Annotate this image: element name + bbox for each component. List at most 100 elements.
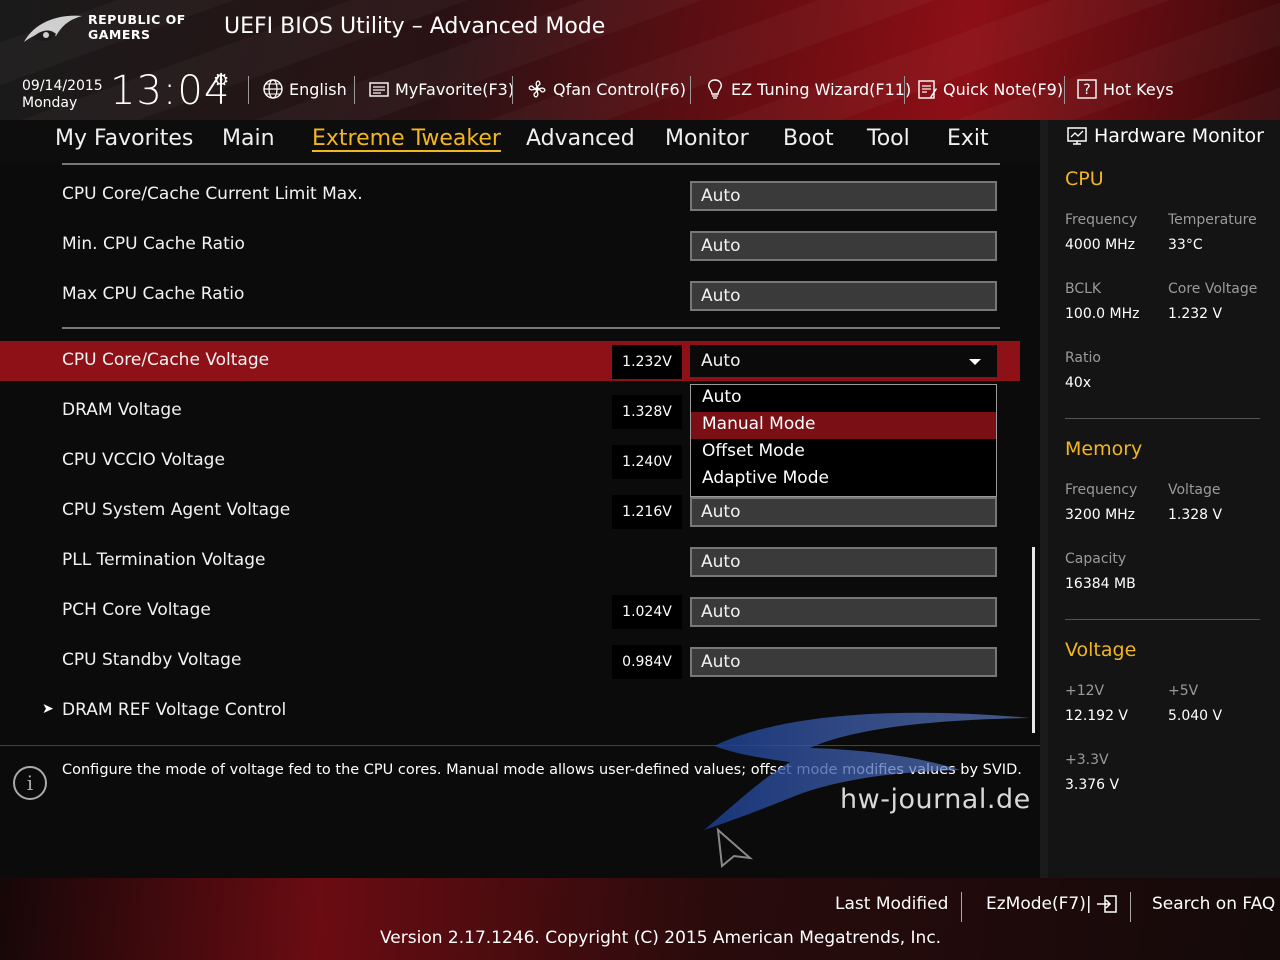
- select-current-value: Auto: [701, 351, 741, 371]
- monitor-icon: [1067, 127, 1087, 145]
- tab-tool[interactable]: Tool: [867, 126, 910, 151]
- setting-row-min-cpu-cache-ratio[interactable]: Min. CPU Cache Ratio Auto: [0, 225, 1020, 265]
- dropdown-option-manual-mode[interactable]: Manual Mode: [691, 412, 996, 439]
- setting-label: PLL Termination Voltage: [62, 550, 266, 570]
- memory-voltage: 1.328 V: [1168, 507, 1223, 523]
- hw-label: Frequency: [1065, 212, 1138, 228]
- cpu-core-voltage: 1.232 V: [1168, 306, 1223, 322]
- setting-label: Max CPU Cache Ratio: [62, 284, 245, 304]
- setting-row-cpu-core-cache-voltage[interactable]: CPU Core/Cache Voltage 1.232V Auto: [0, 341, 1020, 381]
- hw-label: Voltage: [1168, 482, 1221, 498]
- lightbulb-icon: [708, 79, 722, 99]
- myfavorite-button[interactable]: MyFavorite(F3): [368, 78, 514, 100]
- hw-label: Capacity: [1065, 551, 1127, 567]
- ezmode-button[interactable]: EzMode(F7)|: [986, 894, 1118, 914]
- tab-extreme-tweaker[interactable]: Extreme Tweaker: [312, 126, 501, 151]
- setting-value-field[interactable]: Auto: [690, 647, 997, 677]
- setting-row-max-cpu-cache-ratio[interactable]: Max CPU Cache Ratio Auto: [0, 275, 1020, 315]
- help-text: Configure the mode of voltage fed to the…: [62, 762, 1022, 778]
- toolbar-separator: [904, 76, 905, 104]
- toolbar-separator: [690, 76, 691, 104]
- voltage-reading: 1.328V: [612, 395, 682, 429]
- myfavorite-label: MyFavorite(F3): [395, 79, 515, 99]
- voltage-reading: 1.216V: [612, 495, 682, 529]
- date-display: 09/14/2015 Monday: [22, 78, 103, 112]
- setting-row-pch-core-voltage[interactable]: PCH Core Voltage 1.024V Auto: [0, 591, 1020, 631]
- ez-tuning-wizard-button[interactable]: EZ Tuning Wizard(F11): [704, 78, 911, 100]
- hw-section-voltage: Voltage: [1065, 639, 1137, 661]
- section-divider: [62, 327, 1000, 329]
- footer: Last Modified EzMode(F7)| Search on FAQ …: [0, 878, 1280, 960]
- main-nav: My Favorites Main Extreme Tweaker Advanc…: [0, 120, 1040, 164]
- setting-value-field[interactable]: Auto: [690, 547, 997, 577]
- date: 09/14/2015: [22, 78, 103, 94]
- cpu-bclk: 100.0 MHz: [1065, 306, 1140, 322]
- hw-label: Frequency: [1065, 482, 1138, 498]
- footer-separator: [961, 892, 962, 922]
- submenu-arrow-icon: ➤: [42, 701, 54, 717]
- tab-advanced[interactable]: Advanced: [526, 126, 635, 151]
- hw-section-cpu: CPU: [1065, 168, 1104, 190]
- hardware-monitor-title: Hardware Monitor: [1066, 125, 1264, 147]
- memory-capacity: 16384 MB: [1065, 576, 1136, 592]
- qfan-control-button[interactable]: Qfan Control(F6): [526, 78, 686, 100]
- quick-note-button[interactable]: Quick Note(F9): [916, 78, 1063, 100]
- tab-main[interactable]: Main: [222, 126, 275, 151]
- setting-row-dram-ref-voltage-control[interactable]: ➤ DRAM REF Voltage Control: [0, 691, 1020, 731]
- setting-row-cpu-current-limit[interactable]: CPU Core/Cache Current Limit Max. Auto: [0, 175, 1020, 215]
- note-icon: [918, 80, 937, 99]
- setting-value-field[interactable]: Auto: [690, 181, 997, 211]
- dropdown-option-offset-mode[interactable]: Offset Mode: [691, 439, 996, 466]
- dropdown-caret-icon[interactable]: [969, 359, 981, 365]
- rog-logo: REPUBLIC OF GAMERS: [22, 8, 202, 48]
- globe-icon: [263, 79, 283, 99]
- hardware-monitor-label: Hardware Monitor: [1094, 125, 1264, 147]
- setting-value-field[interactable]: Auto: [690, 231, 997, 261]
- tab-exit[interactable]: Exit: [947, 126, 989, 151]
- setting-label: CPU Standby Voltage: [62, 650, 242, 670]
- cpu-ratio: 40x: [1065, 375, 1092, 391]
- setting-label: PCH Core Voltage: [62, 600, 211, 620]
- language-label: English: [289, 79, 347, 99]
- dropdown-option-adaptive-mode[interactable]: Adaptive Mode: [691, 466, 996, 493]
- app-title: UEFI BIOS Utility – Advanced Mode: [224, 14, 606, 39]
- voltage-reading: 1.240V: [612, 445, 682, 479]
- search-on-faq-button[interactable]: Search on FAQ: [1152, 894, 1275, 914]
- voltage-reading: 1.232V: [612, 345, 682, 379]
- setting-label: CPU Core/Cache Current Limit Max.: [62, 184, 363, 204]
- last-modified-button[interactable]: Last Modified: [835, 894, 948, 914]
- voltage-mode-dropdown: Auto Manual Mode Offset Mode Adaptive Mo…: [690, 384, 997, 497]
- tab-boot[interactable]: Boot: [783, 126, 834, 151]
- setting-value-field[interactable]: Auto: [690, 597, 997, 627]
- svg-text:?: ?: [1083, 82, 1090, 98]
- setting-value-field[interactable]: Auto: [690, 497, 997, 527]
- setting-row-cpu-standby-voltage[interactable]: CPU Standby Voltage 0.984V Auto: [0, 641, 1020, 681]
- hot-keys-button[interactable]: ? Hot Keys: [1076, 78, 1174, 100]
- toolbar-separator: [1064, 76, 1065, 104]
- cpu-frequency: 4000 MHz: [1065, 237, 1136, 253]
- hw-label: Ratio: [1065, 350, 1101, 366]
- setting-label: DRAM REF Voltage Control: [62, 700, 287, 720]
- footer-separator: [1130, 892, 1131, 922]
- settings-panel: CPU Core/Cache Current Limit Max. Auto M…: [0, 165, 1040, 745]
- voltage-12v: 12.192 V: [1065, 708, 1129, 724]
- toolbar-separator: [354, 76, 355, 104]
- quick-note-label: Quick Note(F9): [943, 79, 1064, 99]
- language-button[interactable]: English: [262, 78, 347, 100]
- clock-settings-gear-icon[interactable]: ⚙: [213, 70, 229, 91]
- tab-my-favorites[interactable]: My Favorites: [55, 126, 193, 151]
- settings-scrollbar[interactable]: [1032, 547, 1035, 733]
- setting-value-field[interactable]: Auto: [690, 281, 997, 311]
- hw-divider: [1065, 619, 1260, 620]
- cpu-temperature: 33°C: [1168, 237, 1203, 253]
- hw-label: +5V: [1168, 683, 1199, 699]
- watermark-text: hw-journal.de: [840, 784, 1031, 815]
- setting-label: DRAM Voltage: [62, 400, 182, 420]
- dropdown-option-auto[interactable]: Auto: [691, 385, 996, 412]
- tab-monitor[interactable]: Monitor: [665, 126, 749, 151]
- setting-value-select[interactable]: Auto: [690, 345, 997, 377]
- setting-row-cpu-system-agent-voltage[interactable]: CPU System Agent Voltage 1.216V Auto: [0, 491, 1020, 531]
- setting-label: Min. CPU Cache Ratio: [62, 234, 245, 254]
- setting-row-pll-termination-voltage[interactable]: PLL Termination Voltage Auto: [0, 541, 1020, 581]
- ezmode-label: EzMode(F7)|: [986, 894, 1092, 914]
